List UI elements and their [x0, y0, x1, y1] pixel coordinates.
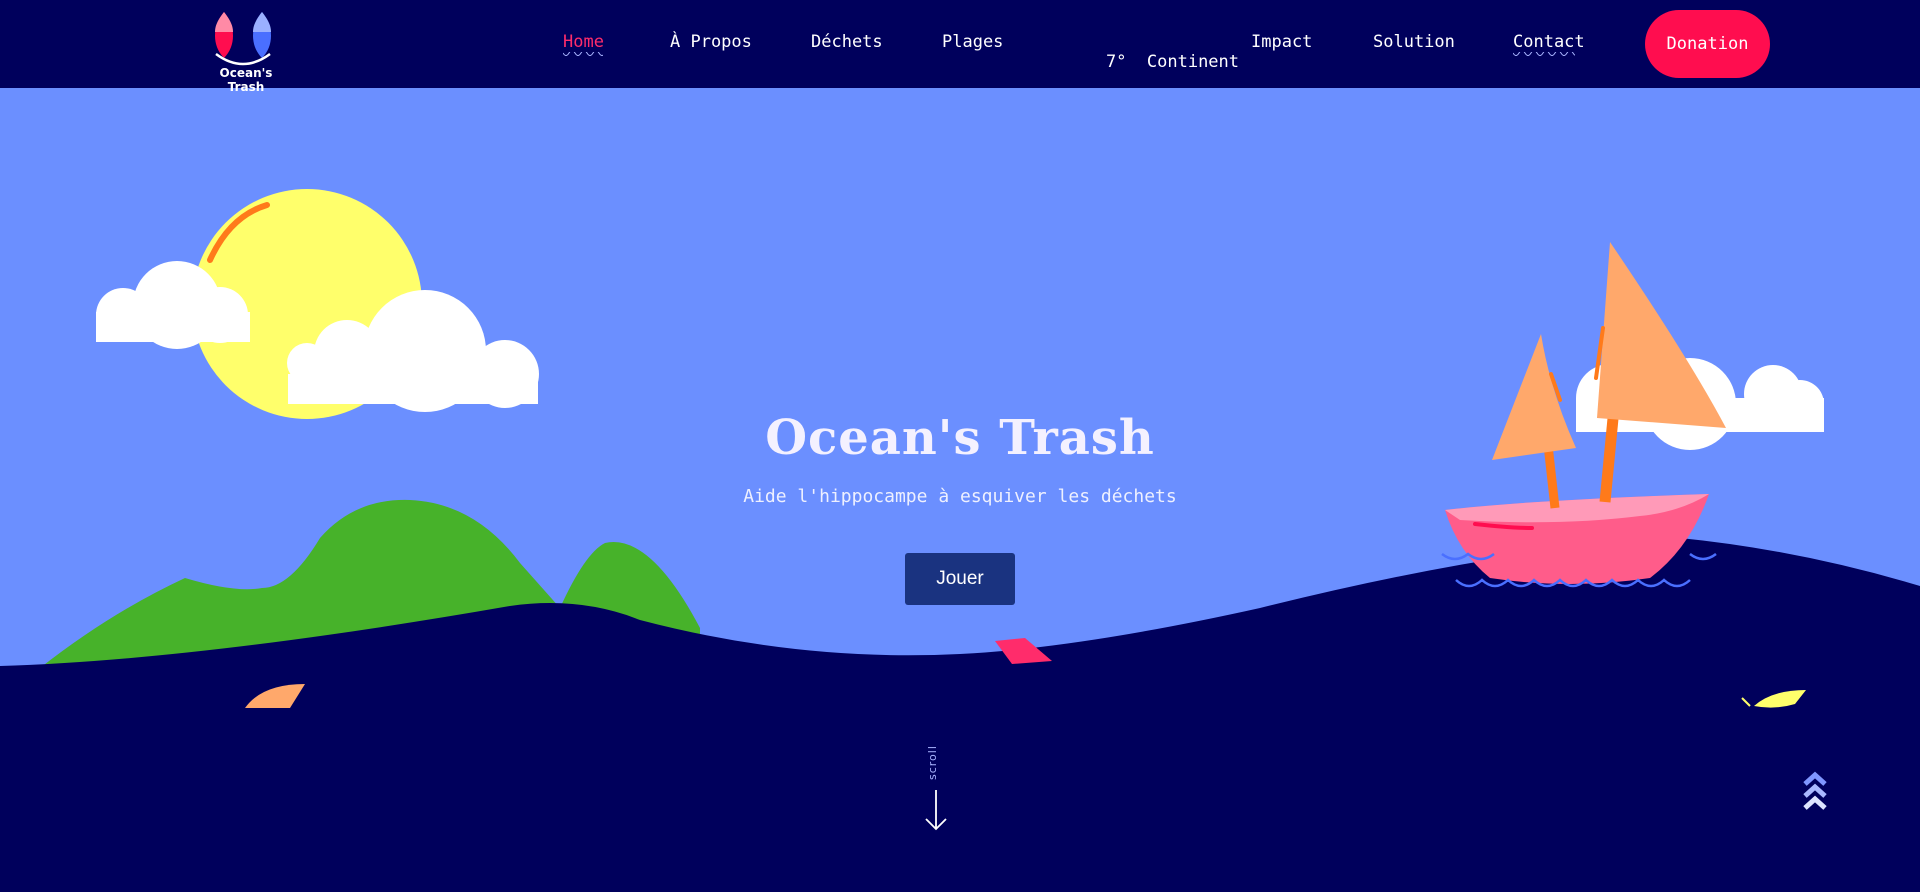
hero-subtitle: Aide l'hippocampe à esquiver les déchets	[743, 486, 1177, 507]
logo-text: Ocean's Trash	[219, 66, 273, 94]
nav-link-7e-continent[interactable]: 7° Continent	[1065, 32, 1239, 92]
hero-title: Ocean's Trash	[765, 410, 1155, 466]
nav-link-label: Impact	[1251, 32, 1313, 52]
arrow-down-icon[interactable]	[924, 788, 948, 832]
nav-link-plages[interactable]: Plages	[942, 32, 1003, 52]
logo[interactable]: Ocean's Trash	[202, 8, 290, 94]
wave-underline-icon	[1513, 52, 1575, 56]
navbar: Ocean's Trash Home À Propos Déchets Plag…	[0, 0, 1920, 94]
play-button[interactable]: Jouer	[905, 553, 1015, 605]
nav-link-a-propos[interactable]: À Propos	[670, 32, 752, 52]
nav-link-solution[interactable]: Solution	[1373, 32, 1455, 52]
donate-button[interactable]: Donation	[1645, 10, 1770, 78]
nav-link-dechets[interactable]: Déchets	[811, 32, 883, 52]
nav-link-label: 7° Continent	[1105, 52, 1240, 72]
nav-link-contact[interactable]: Contact	[1513, 32, 1585, 56]
nav-link-label: Solution	[1373, 32, 1455, 52]
scroll-label: scroll	[926, 745, 939, 781]
hero-scene: Ocean's Trash Aide l'hippocampe à esquiv…	[0, 88, 1920, 892]
nav-link-label: Plages	[942, 32, 1004, 52]
nav-link-impact[interactable]: Impact	[1251, 32, 1312, 52]
nav-link-label: Déchets	[811, 32, 883, 52]
nav-link-home[interactable]: Home	[563, 32, 604, 56]
nav-link-label: Contact	[1513, 32, 1585, 52]
fish-pair-logo-icon	[215, 12, 271, 66]
nav-link-label: À Propos	[670, 32, 752, 52]
chevron-triple-up-icon[interactable]	[1802, 770, 1828, 816]
nav-link-label: Home	[563, 32, 604, 52]
wave-underline-icon	[563, 52, 603, 56]
